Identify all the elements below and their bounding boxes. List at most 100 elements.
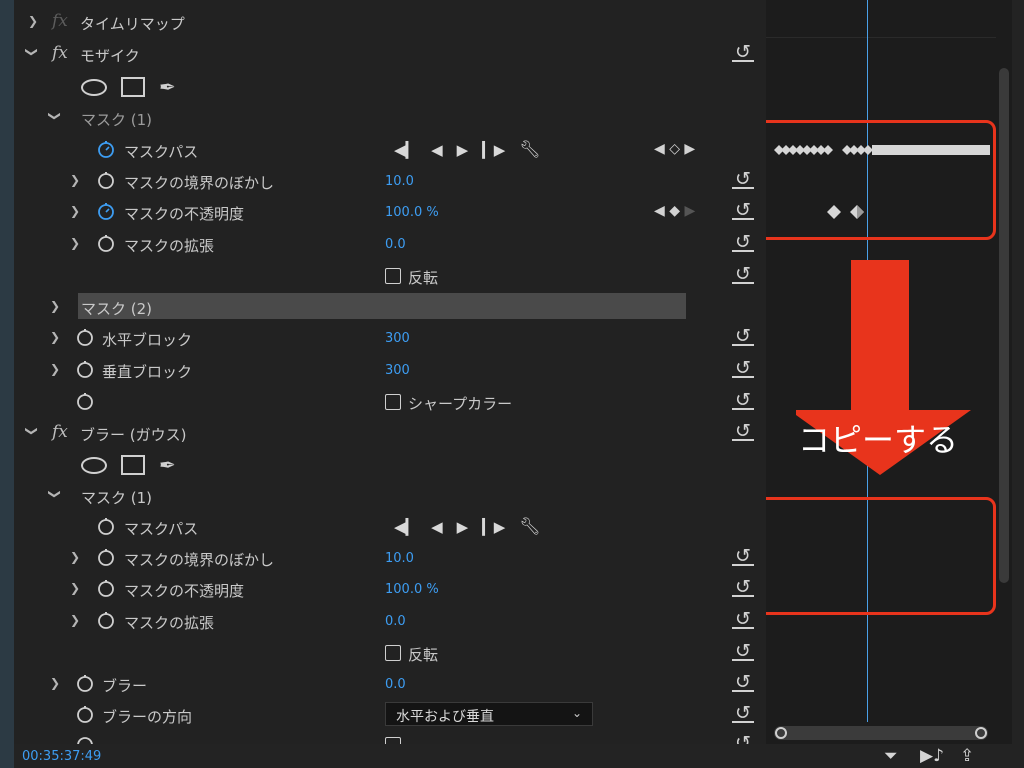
- property-value[interactable]: 10.0: [385, 174, 414, 189]
- chevron-right-icon[interactable]: ❯: [50, 676, 60, 690]
- reset-icon[interactable]: ↺: [732, 422, 754, 441]
- invert-checkbox[interactable]: [385, 268, 401, 284]
- reset-icon[interactable]: ↺: [732, 265, 754, 284]
- stopwatch-icon[interactable]: [97, 234, 115, 252]
- chevron-down-icon[interactable]: ❯: [25, 426, 39, 436]
- fx-icon[interactable]: fx: [52, 422, 68, 442]
- track-forward-one-icon[interactable]: ▶: [457, 518, 469, 536]
- property-value[interactable]: 300: [385, 363, 410, 378]
- scrollbar-right-handle[interactable]: [975, 727, 987, 739]
- stopwatch-icon[interactable]: [97, 611, 115, 629]
- ellipse-mask-icon[interactable]: [81, 78, 107, 96]
- stopwatch-active-icon[interactable]: [97, 140, 115, 158]
- property-value[interactable]: 0.0: [385, 614, 406, 629]
- property-value[interactable]: 100.0 %: [385, 205, 439, 220]
- mask-opacity-row-mosaic: ❯ マスクの不透明度 100.0 % ◀ ◆ ▶ ↺: [14, 196, 766, 228]
- vertical-scrollbar[interactable]: [999, 68, 1009, 583]
- mask-invert-row-mosaic: 反転 ↺: [14, 260, 766, 292]
- track-backward-icon[interactable]: ◀▎: [394, 518, 417, 536]
- property-value[interactable]: 100.0 %: [385, 582, 439, 597]
- fx-icon[interactable]: fx: [52, 43, 68, 63]
- stopwatch-icon[interactable]: [97, 548, 115, 566]
- reset-icon[interactable]: ↺: [732, 547, 754, 566]
- highlight-box-source: [766, 120, 996, 240]
- pen-mask-icon[interactable]: ✒: [159, 453, 176, 477]
- reset-icon[interactable]: ↺: [732, 327, 754, 346]
- reset-icon[interactable]: ↺: [732, 391, 754, 410]
- track-backward-one-icon[interactable]: ◀: [431, 518, 443, 536]
- stopwatch-icon[interactable]: [76, 328, 94, 346]
- chevron-right-icon[interactable]: ❯: [50, 299, 60, 313]
- fx-icon[interactable]: fx: [52, 11, 68, 31]
- invert-checkbox[interactable]: [385, 645, 401, 661]
- reset-icon[interactable]: ↺: [732, 704, 754, 723]
- property-value[interactable]: 300: [385, 331, 410, 346]
- stopwatch-active-icon[interactable]: [97, 202, 115, 220]
- wrench-icon[interactable]: 🔧︎: [519, 140, 541, 160]
- stopwatch-icon[interactable]: [76, 735, 94, 744]
- annotation-text: コピーする: [798, 421, 959, 459]
- stopwatch-icon[interactable]: [76, 392, 94, 410]
- scrollbar-left-handle[interactable]: [775, 727, 787, 739]
- chevron-right-icon[interactable]: ❯: [50, 330, 60, 344]
- chevron-down-icon[interactable]: ❯: [48, 489, 62, 499]
- chevron-right-icon[interactable]: ❯: [70, 236, 80, 250]
- track-backward-one-icon[interactable]: ◀: [431, 141, 443, 159]
- ellipse-mask-icon[interactable]: [81, 456, 107, 474]
- chevron-down-icon[interactable]: ❯: [48, 111, 62, 121]
- mask-label[interactable]: マスク (1): [81, 109, 152, 130]
- reset-icon[interactable]: ↺: [732, 170, 754, 189]
- property-label: マスクの境界のぼかし: [124, 551, 275, 569]
- stopwatch-icon[interactable]: [97, 579, 115, 597]
- chevron-right-icon[interactable]: ❯: [50, 362, 60, 376]
- reset-icon[interactable]: ↺: [732, 578, 754, 597]
- rectangle-mask-icon[interactable]: [121, 455, 145, 475]
- sharp-colors-checkbox[interactable]: [385, 394, 401, 410]
- stopwatch-icon[interactable]: [76, 360, 94, 378]
- property-value[interactable]: 10.0: [385, 551, 414, 566]
- mask-path-row-blur: マスクパス ◀▎ ◀ ▶ ▎▶ 🔧︎: [14, 511, 766, 543]
- chevron-right-icon[interactable]: ❯: [70, 173, 80, 187]
- stopwatch-icon[interactable]: [97, 517, 115, 535]
- play-audio-icon[interactable]: ▶♪: [920, 746, 944, 766]
- keyframe-nav[interactable]: ◀ ◇ ▶: [654, 141, 695, 157]
- property-value[interactable]: 0.0: [385, 237, 406, 252]
- rectangle-mask-icon[interactable]: [121, 77, 145, 97]
- reset-icon[interactable]: ↺: [732, 201, 754, 220]
- track-forward-icon[interactable]: ▎▶: [482, 518, 505, 536]
- chevron-right-icon[interactable]: ❯: [28, 14, 38, 28]
- chevron-down-icon[interactable]: ❯: [25, 47, 39, 57]
- stopwatch-icon[interactable]: [97, 171, 115, 189]
- reset-icon[interactable]: ↺: [732, 359, 754, 378]
- reset-icon[interactable]: ↺: [732, 734, 754, 745]
- reset-icon[interactable]: ↺: [732, 673, 754, 692]
- chevron-right-icon[interactable]: ❯: [70, 204, 80, 218]
- current-timecode[interactable]: 00:35:37:49: [22, 749, 101, 764]
- horizontal-scrollbar[interactable]: [774, 726, 988, 740]
- filter-icon[interactable]: ⏷: [884, 746, 898, 766]
- reset-icon[interactable]: ↺: [732, 610, 754, 629]
- repeat-edge-checkbox[interactable]: [385, 737, 401, 744]
- reset-icon[interactable]: ↺: [732, 642, 754, 661]
- reset-icon[interactable]: ↺: [732, 43, 754, 62]
- mask-feather-row-blur: ❯ マスクの境界のぼかし 10.0 ↺: [14, 542, 766, 574]
- property-value[interactable]: 0.0: [385, 677, 406, 692]
- mask-label[interactable]: マスク (2): [81, 298, 152, 319]
- keyframe-nav[interactable]: ◀ ◆ ▶: [654, 203, 695, 219]
- stopwatch-icon[interactable]: [76, 705, 94, 723]
- reset-icon[interactable]: ↺: [732, 233, 754, 252]
- export-icon[interactable]: ⇪: [960, 746, 974, 766]
- track-forward-one-icon[interactable]: ▶: [457, 141, 469, 159]
- effect-row-blur: ❯ fx ブラー (ガウス) ↺: [14, 417, 766, 449]
- wrench-icon[interactable]: 🔧︎: [519, 517, 541, 537]
- pen-mask-icon[interactable]: ✒: [159, 75, 176, 99]
- repeat-edge-row: ↺: [14, 731, 766, 744]
- blur-direction-dropdown[interactable]: 水平および垂直 ⌄: [385, 702, 593, 726]
- mask-label[interactable]: マスク (1): [81, 487, 152, 508]
- chevron-right-icon[interactable]: ❯: [70, 550, 80, 564]
- chevron-right-icon[interactable]: ❯: [70, 581, 80, 595]
- chevron-right-icon[interactable]: ❯: [70, 613, 80, 627]
- track-forward-icon[interactable]: ▎▶: [482, 141, 505, 159]
- stopwatch-icon[interactable]: [76, 674, 94, 692]
- track-backward-icon[interactable]: ◀▎: [394, 141, 417, 159]
